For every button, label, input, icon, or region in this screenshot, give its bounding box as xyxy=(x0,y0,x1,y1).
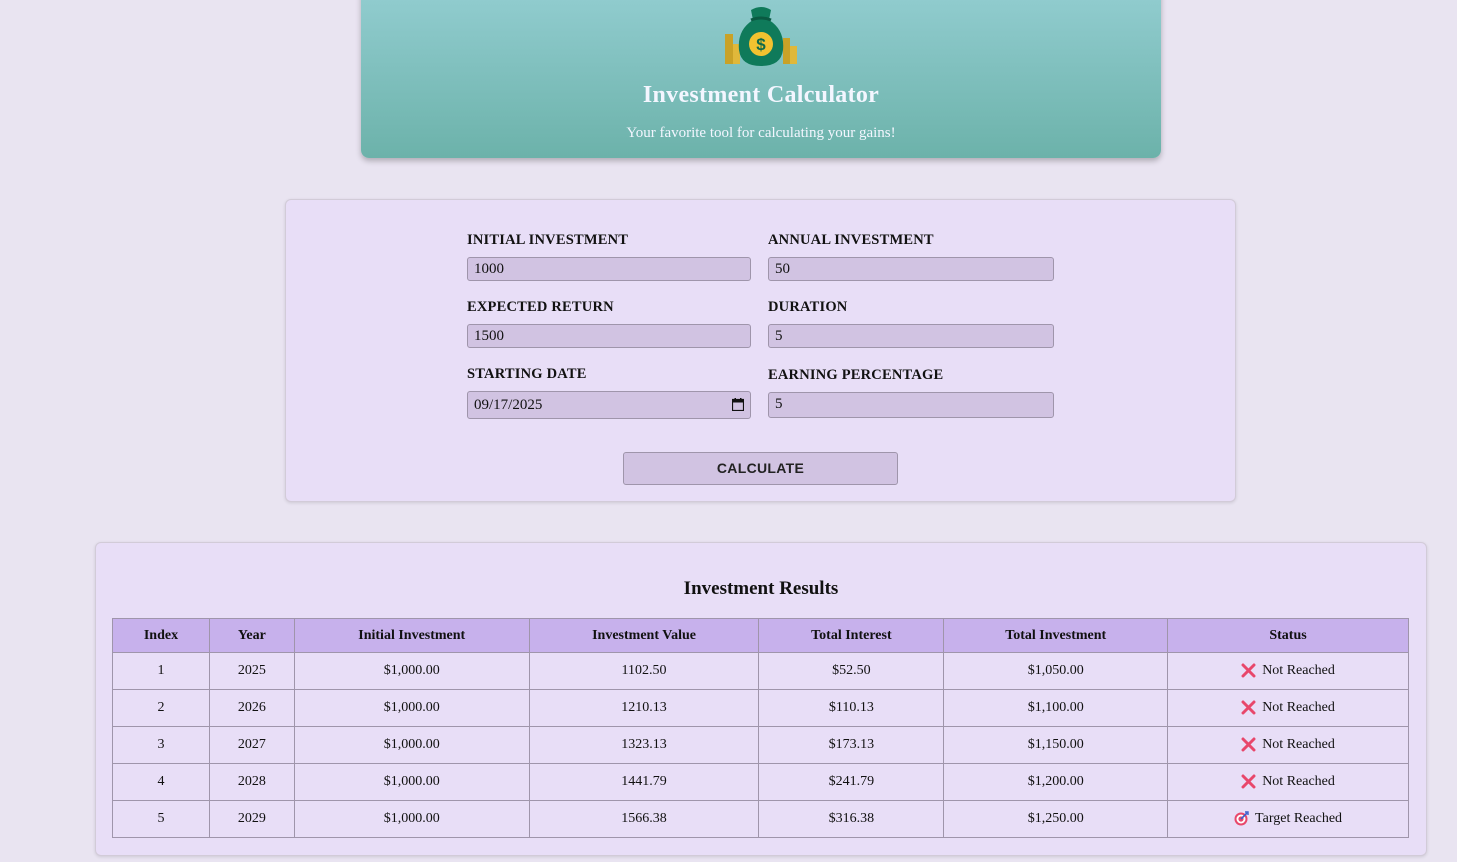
starting-date-label: Starting Date xyxy=(467,366,587,382)
results-panel: Investment Results Index Year Initial In… xyxy=(95,542,1427,856)
cross-icon xyxy=(1241,737,1256,752)
cell-total-interest: $241.79 xyxy=(758,763,945,801)
cell-total-interest: $173.13 xyxy=(758,726,945,764)
cell-initial-investment: $1,000.00 xyxy=(293,800,530,838)
cell-total-interest: $52.50 xyxy=(758,652,945,690)
expected-return-label: Expected Return xyxy=(467,299,614,315)
cell-total-investment: $1,100.00 xyxy=(943,689,1169,727)
column-header-year: Year xyxy=(208,618,295,653)
cell-status: Not Reached xyxy=(1167,763,1409,801)
app-header: $ Investment Calculator Your favorite to… xyxy=(361,0,1161,158)
cell-index: 2 xyxy=(112,689,210,727)
table-row: 1 2025 $1,000.00 1102.50 $52.50 $1,050.0… xyxy=(112,652,1409,690)
column-header-index: Index xyxy=(112,618,210,653)
cell-total-interest: $110.13 xyxy=(758,689,945,727)
initial-investment-label: Initial Investment xyxy=(467,232,629,248)
cell-status: Target Reached xyxy=(1167,800,1409,838)
starting-date-input[interactable]: 09/17/2025 xyxy=(467,391,751,419)
cell-index: 1 xyxy=(112,652,210,690)
column-header-total-interest: Total Interest xyxy=(758,618,945,653)
results-table: Index Year Initial Investment Investment… xyxy=(112,618,1409,838)
status-label: Not Reached xyxy=(1262,773,1335,789)
table-row: 3 2027 $1,000.00 1323.13 $173.13 $1,150.… xyxy=(112,726,1409,764)
cell-year: 2027 xyxy=(208,726,295,764)
table-row: 4 2028 $1,000.00 1441.79 $241.79 $1,200.… xyxy=(112,763,1409,801)
cell-investment-value: 1566.38 xyxy=(528,800,760,838)
cell-total-investment: $1,050.00 xyxy=(943,652,1169,690)
status-label: Not Reached xyxy=(1262,662,1335,678)
cell-status: Not Reached xyxy=(1167,726,1409,764)
duration-input[interactable]: 5 xyxy=(768,324,1054,348)
cross-icon xyxy=(1241,774,1256,789)
cell-total-interest: $316.38 xyxy=(758,800,945,838)
cell-investment-value: 1323.13 xyxy=(528,726,760,764)
expected-return-input[interactable]: 1500 xyxy=(467,324,751,348)
cell-index: 5 xyxy=(112,800,210,838)
cell-year: 2025 xyxy=(208,652,295,690)
earning-percentage-label: Earning Percentage xyxy=(768,367,944,383)
cell-index: 3 xyxy=(112,726,210,764)
cell-investment-value: 1441.79 xyxy=(528,763,760,801)
earning-percentage-input[interactable]: 5 xyxy=(768,392,1054,418)
table-row: 5 2029 $1,000.00 1566.38 $316.38 $1,250.… xyxy=(112,800,1409,838)
target-icon xyxy=(1234,811,1249,826)
annual-investment-label: Annual Investment xyxy=(768,232,934,248)
cell-status: Not Reached xyxy=(1167,689,1409,727)
cell-total-investment: $1,200.00 xyxy=(943,763,1169,801)
status-label: Target Reached xyxy=(1255,810,1343,826)
cell-investment-value: 1102.50 xyxy=(528,652,760,690)
cross-icon xyxy=(1241,663,1256,678)
page-subtitle: Your favorite tool for calculating your … xyxy=(626,125,896,141)
status-label: Not Reached xyxy=(1262,699,1335,715)
cell-initial-investment: $1,000.00 xyxy=(293,652,530,690)
table-row: 2 2026 $1,000.00 1210.13 $110.13 $1,100.… xyxy=(112,689,1409,727)
column-header-investment-value: Investment Value xyxy=(528,618,760,653)
cell-year: 2028 xyxy=(208,763,295,801)
cell-index: 4 xyxy=(112,763,210,801)
cell-initial-investment: $1,000.00 xyxy=(293,763,530,801)
calculate-button[interactable]: CALCULATE xyxy=(623,452,898,485)
status-label: Not Reached xyxy=(1262,736,1335,752)
cell-investment-value: 1210.13 xyxy=(528,689,760,727)
cross-icon xyxy=(1241,700,1256,715)
input-form-panel: Initial Investment 1000 Annual Investmen… xyxy=(285,199,1236,502)
cell-initial-investment: $1,000.00 xyxy=(293,726,530,764)
initial-investment-input[interactable]: 1000 xyxy=(467,257,751,281)
column-header-initial-investment: Initial Investment xyxy=(293,618,530,653)
results-title: Investment Results xyxy=(683,578,839,599)
cell-year: 2026 xyxy=(208,689,295,727)
cell-total-investment: $1,150.00 xyxy=(943,726,1169,764)
cell-total-investment: $1,250.00 xyxy=(943,800,1169,838)
column-header-total-investment: Total Investment xyxy=(943,618,1169,653)
cell-year: 2029 xyxy=(208,800,295,838)
svg-text:$: $ xyxy=(756,35,766,54)
column-header-status: Status xyxy=(1167,618,1409,653)
table-header-row: Index Year Initial Investment Investment… xyxy=(112,618,1409,653)
annual-investment-input[interactable]: 50 xyxy=(768,257,1054,281)
page-title: Investment Calculator xyxy=(642,82,880,108)
starting-date-value: 09/17/2025 xyxy=(474,397,543,413)
money-bag-icon: $ xyxy=(725,7,797,66)
cell-status: Not Reached xyxy=(1167,652,1409,690)
calendar-icon[interactable] xyxy=(732,398,744,411)
duration-label: Duration xyxy=(768,299,848,315)
cell-initial-investment: $1,000.00 xyxy=(293,689,530,727)
